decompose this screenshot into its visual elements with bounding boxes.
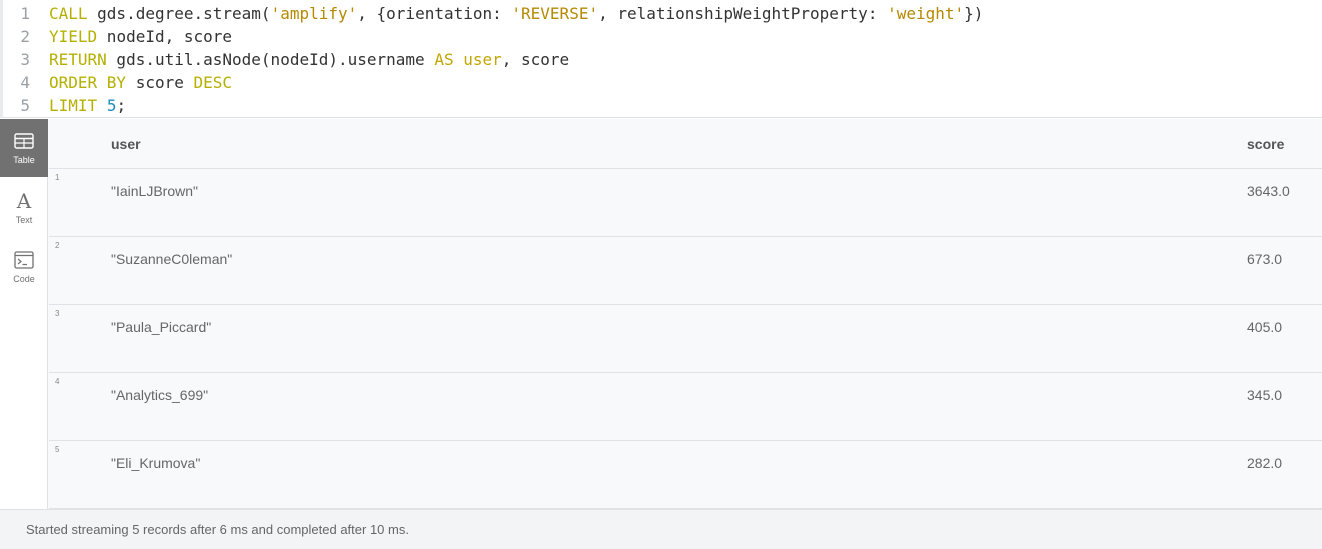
code-token: , relationshipWeightProperty: bbox=[598, 4, 888, 23]
code-line[interactable]: 1 CALL gds.degree.stream('amplify', {orie… bbox=[0, 2, 983, 25]
code-token: user bbox=[463, 50, 502, 69]
code-token: nodeId, score bbox=[97, 27, 233, 46]
code-token: YIELD bbox=[49, 27, 98, 46]
code-token: LIMIT bbox=[49, 96, 98, 115]
cell-score: 282.0 bbox=[1247, 455, 1283, 471]
line-number: 4 bbox=[20, 73, 30, 92]
code-token: ORDER BY bbox=[49, 73, 127, 92]
column-header-score: score bbox=[1247, 136, 1285, 152]
code-line[interactable]: 2 YIELD nodeId, score bbox=[0, 25, 232, 48]
code-line[interactable]: 5 LIMIT 5; bbox=[0, 94, 126, 117]
column-header-user: user bbox=[111, 136, 141, 152]
cell-user: "SuzanneC0leman" bbox=[111, 251, 233, 267]
tab-code-label: Code bbox=[13, 274, 35, 284]
cell-user: "Analytics_699" bbox=[111, 387, 209, 403]
code-token: RETURN bbox=[49, 50, 107, 69]
cell-score: 673.0 bbox=[1247, 251, 1283, 267]
row-number: 2 bbox=[55, 241, 60, 250]
results-table: user score 1 "IainLJBrown" 3643.0 2 "Suz… bbox=[49, 119, 1322, 509]
results-panel: Table A Text Code user score 1 "IainLJBr… bbox=[0, 119, 1322, 509]
row-number: 3 bbox=[55, 309, 60, 318]
code-token: 'REVERSE' bbox=[511, 4, 599, 23]
code-text: RETURN gds.util.asNode(nodeId).username … bbox=[49, 48, 569, 71]
table-row: 4 "Analytics_699" 345.0 bbox=[49, 373, 1322, 441]
cell-score: 345.0 bbox=[1247, 387, 1283, 403]
cell-user: "Paula_Piccard" bbox=[111, 319, 212, 335]
row-number: 5 bbox=[55, 445, 60, 454]
code-token: DESC bbox=[193, 73, 233, 92]
text-icon: A bbox=[16, 189, 32, 213]
query-editor[interactable]: 1 CALL gds.degree.stream('amplify', {orie… bbox=[0, 0, 1322, 118]
table-row: 3 "Paula_Piccard" 405.0 bbox=[49, 305, 1322, 373]
row-number: 4 bbox=[55, 377, 60, 386]
code-text: YIELD nodeId, score bbox=[49, 25, 232, 48]
code-token: gds.util.asNode(nodeId).username bbox=[106, 50, 435, 69]
view-sidebar: Table A Text Code bbox=[0, 119, 48, 509]
row-number: 1 bbox=[55, 173, 60, 182]
code-line[interactable]: 3 RETURN gds.util.asNode(nodeId).username… bbox=[0, 48, 569, 71]
line-number: 2 bbox=[20, 27, 30, 46]
code-text: LIMIT 5; bbox=[49, 94, 126, 117]
cell-score: 3643.0 bbox=[1247, 183, 1290, 199]
code-token: AS bbox=[434, 50, 454, 69]
code-token: }) bbox=[964, 4, 984, 23]
tab-code[interactable]: Code bbox=[0, 238, 48, 296]
cell-score: 405.0 bbox=[1247, 319, 1283, 335]
code-line[interactable]: 4 ORDER BY score DESC bbox=[0, 71, 232, 94]
tab-text[interactable]: A Text bbox=[0, 179, 48, 237]
table-row: 1 "IainLJBrown" 3643.0 bbox=[49, 169, 1322, 237]
tab-text-label: Text bbox=[15, 215, 33, 225]
line-number: 5 bbox=[20, 96, 30, 115]
tab-table[interactable]: Table bbox=[0, 119, 48, 177]
code-token: ; bbox=[116, 96, 127, 115]
status-message: Started streaming 5 records after 6 ms a… bbox=[26, 522, 409, 537]
code-token: , score bbox=[501, 50, 570, 69]
status-bar: Started streaming 5 records after 6 ms a… bbox=[0, 509, 1322, 549]
code-token: CALL bbox=[49, 4, 88, 23]
code-token: 'weight' bbox=[887, 4, 965, 23]
code-icon bbox=[13, 250, 35, 270]
cell-user: "Eli_Krumova" bbox=[111, 455, 201, 471]
line-number: 1 bbox=[20, 4, 30, 23]
table-row: 2 "SuzanneC0leman" 673.0 bbox=[49, 237, 1322, 305]
code-token: score bbox=[126, 73, 194, 92]
code-token: 5 bbox=[106, 96, 117, 115]
table-icon bbox=[13, 131, 35, 151]
tab-table-label: Table bbox=[13, 155, 35, 165]
code-text: CALL gds.degree.stream('amplify', {orien… bbox=[49, 2, 983, 25]
code-token: gds.degree.stream( bbox=[87, 4, 271, 23]
code-text: ORDER BY score DESC bbox=[49, 71, 232, 94]
code-token: , {orientation: bbox=[357, 4, 512, 23]
code-token: 'amplify' bbox=[270, 4, 358, 23]
table-row: 5 "Eli_Krumova" 282.0 bbox=[49, 441, 1322, 509]
cell-user: "IainLJBrown" bbox=[111, 183, 198, 199]
table-header: user score bbox=[49, 119, 1322, 169]
line-number: 3 bbox=[20, 50, 30, 69]
